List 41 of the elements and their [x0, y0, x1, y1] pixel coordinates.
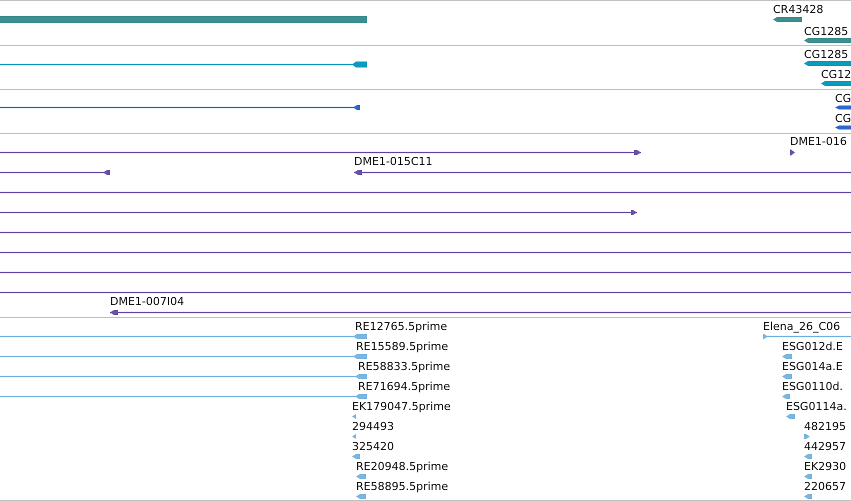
- feature-label: RE15589.5prime: [356, 340, 448, 353]
- feature-glyph[interactable]: [804, 61, 851, 66]
- feature-glyph[interactable]: [0, 170, 110, 175]
- feature-label: RE58833.5prime: [358, 360, 450, 373]
- feature-glyph[interactable]: [0, 62, 367, 68]
- feature-glyph[interactable]: [0, 210, 637, 215]
- feature-label: 442957: [804, 440, 846, 453]
- feature-label: 482195: [804, 420, 846, 433]
- feature-label: RE20948.5prime: [356, 460, 448, 473]
- feature-glyph[interactable]: [773, 17, 802, 22]
- feature-label: RE58895.5prime: [356, 480, 448, 493]
- feature-glyph[interactable]: [821, 81, 851, 86]
- feature-label: RE71694.5prime: [358, 380, 450, 393]
- feature-label: Elena_26_C06: [763, 320, 840, 333]
- feature-label: ESG0110d.: [782, 380, 843, 393]
- feature-glyph[interactable]: [0, 150, 641, 155]
- feature-label: ESG014a.E: [782, 360, 843, 373]
- feature-label: 294493: [352, 420, 394, 433]
- feature-label: DME1-016: [790, 135, 847, 148]
- feature-label: DME1-007I04: [110, 295, 184, 308]
- feature-label: ESG012d.E: [782, 340, 843, 353]
- feature-label: CG: [835, 92, 851, 105]
- feature-glyph[interactable]: [790, 150, 795, 156]
- feature-glyph[interactable]: [354, 170, 851, 175]
- feature-label: RE12765.5prime: [355, 320, 448, 333]
- feature-label: ESG0114a.: [786, 400, 847, 413]
- feature-label: DME1-015C11: [354, 155, 433, 168]
- feature-label: CR43428: [773, 3, 824, 16]
- feature-label: CG1285: [804, 48, 848, 61]
- feature-label: CG12: [821, 68, 851, 81]
- feature-label: EK2930: [804, 460, 846, 473]
- feature-label: 220657: [804, 480, 846, 493]
- feature-label: 325420: [352, 440, 394, 453]
- feature-glyph[interactable]: [835, 126, 851, 130]
- feature-label: CG: [835, 112, 851, 125]
- feature-glyph[interactable]: [110, 310, 851, 315]
- feature-glyph[interactable]: [0, 105, 360, 110]
- feature-glyph[interactable]: [804, 38, 851, 43]
- feature-glyph[interactable]: [835, 106, 851, 110]
- feature-label: CG1285: [804, 25, 848, 38]
- feature-label: EK179047.5prime: [352, 400, 451, 413]
